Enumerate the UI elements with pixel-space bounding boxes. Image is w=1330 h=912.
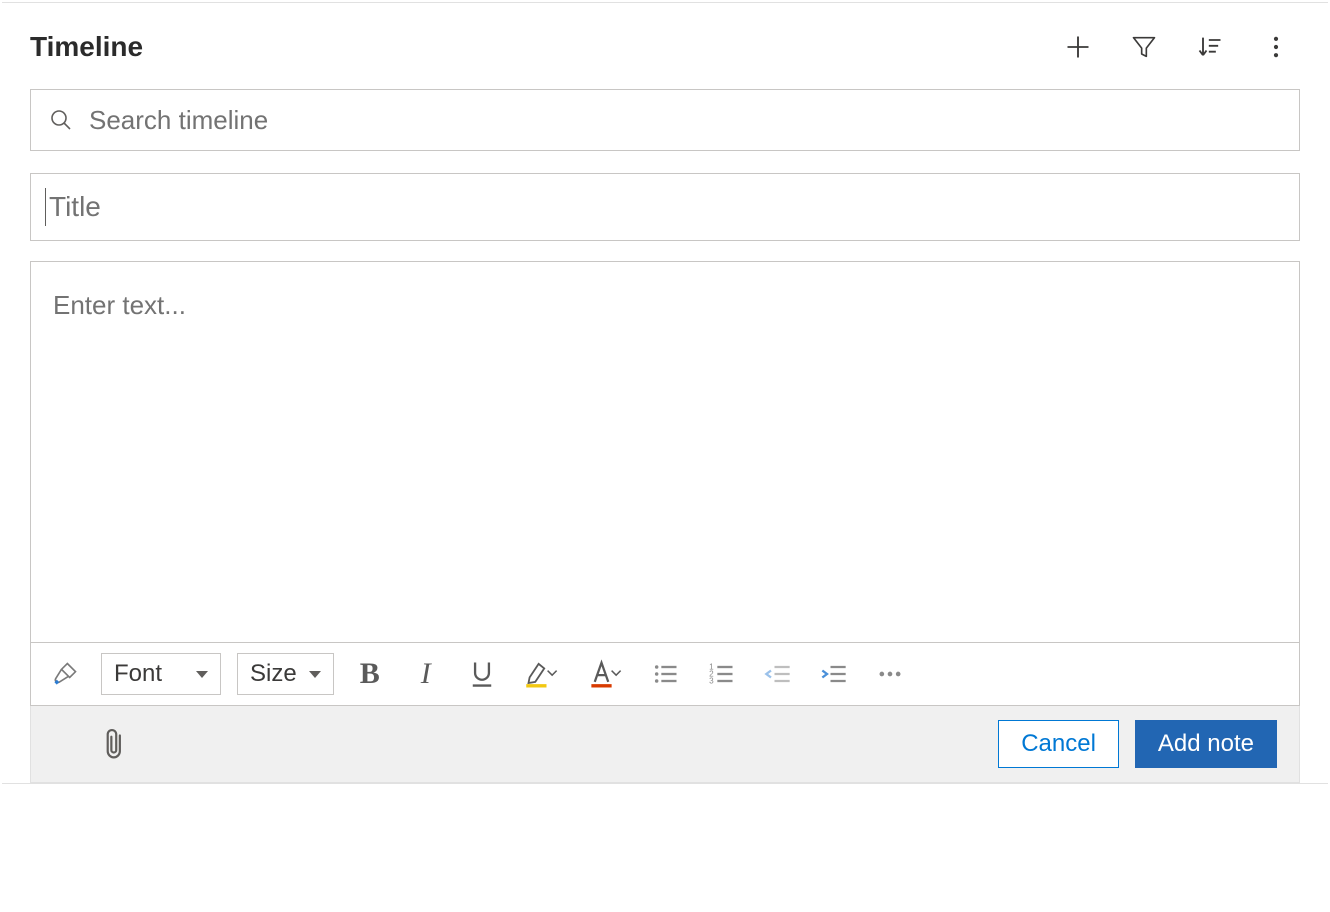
text-cursor bbox=[45, 188, 46, 226]
italic-icon: I bbox=[421, 657, 431, 691]
italic-button[interactable]: I bbox=[406, 654, 446, 694]
note-editor: Enter text... Font Size B I bbox=[30, 261, 1300, 706]
indent-button[interactable] bbox=[814, 654, 854, 694]
outdent-icon bbox=[764, 660, 792, 688]
svg-text:2: 2 bbox=[709, 669, 714, 678]
svg-text:1: 1 bbox=[709, 662, 714, 671]
outdent-button[interactable] bbox=[758, 654, 798, 694]
note-footer: Cancel Add note bbox=[30, 706, 1300, 783]
svg-text:3: 3 bbox=[709, 676, 714, 685]
timeline-panel: Timeline En bbox=[2, 2, 1328, 784]
highlight-icon bbox=[524, 659, 560, 689]
add-button[interactable] bbox=[1054, 23, 1102, 71]
more-button[interactable] bbox=[1252, 23, 1300, 71]
sort-button[interactable] bbox=[1186, 23, 1234, 71]
search-box[interactable] bbox=[30, 89, 1300, 151]
note-title-box[interactable] bbox=[30, 173, 1300, 241]
more-vertical-icon bbox=[1262, 33, 1290, 61]
bold-button[interactable]: B bbox=[350, 654, 390, 694]
caret-down-icon bbox=[309, 671, 321, 678]
filter-button[interactable] bbox=[1120, 23, 1168, 71]
underline-icon bbox=[468, 659, 496, 689]
numbered-list-icon: 1 2 3 bbox=[708, 660, 736, 688]
caret-down-icon bbox=[196, 671, 208, 678]
cancel-button[interactable]: Cancel bbox=[998, 720, 1119, 768]
plus-icon bbox=[1064, 33, 1092, 61]
toolbar-more-button[interactable] bbox=[870, 654, 910, 694]
attach-file-button[interactable] bbox=[93, 722, 137, 766]
add-note-button[interactable]: Add note bbox=[1135, 720, 1277, 768]
note-body-input[interactable]: Enter text... bbox=[31, 262, 1299, 642]
more-horizontal-icon bbox=[876, 660, 904, 688]
bold-icon: B bbox=[360, 657, 380, 691]
note-title-input[interactable] bbox=[47, 190, 1283, 224]
size-select-label: Size bbox=[250, 660, 297, 688]
search-input[interactable] bbox=[87, 104, 1281, 137]
search-icon bbox=[49, 108, 73, 132]
bullet-list-icon bbox=[652, 660, 680, 688]
font-select-label: Font bbox=[114, 660, 162, 688]
timeline-title: Timeline bbox=[30, 31, 143, 63]
highlight-color-button[interactable] bbox=[518, 654, 566, 694]
timeline-header: Timeline bbox=[30, 23, 1300, 71]
sort-icon bbox=[1196, 33, 1224, 61]
paperclip-icon bbox=[102, 727, 128, 761]
format-painter-button[interactable] bbox=[45, 654, 85, 694]
numbered-list-button[interactable]: 1 2 3 bbox=[702, 654, 742, 694]
size-select[interactable]: Size bbox=[237, 653, 334, 695]
font-color-icon bbox=[588, 659, 624, 689]
funnel-icon bbox=[1130, 33, 1158, 61]
rich-text-toolbar: Font Size B I bbox=[31, 642, 1299, 705]
indent-icon bbox=[820, 660, 848, 688]
paintbrush-icon bbox=[51, 660, 79, 688]
underline-button[interactable] bbox=[462, 654, 502, 694]
font-select[interactable]: Font bbox=[101, 653, 221, 695]
bullet-list-button[interactable] bbox=[646, 654, 686, 694]
font-color-button[interactable] bbox=[582, 654, 630, 694]
